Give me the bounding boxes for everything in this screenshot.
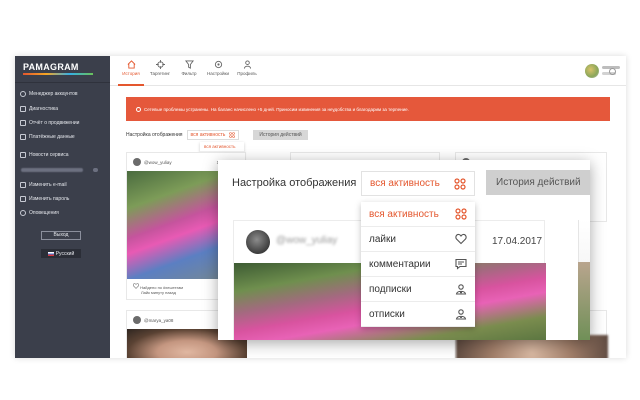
- russian-flag-icon: [47, 251, 54, 256]
- home-icon: [127, 60, 135, 69]
- user-plus-icon: [455, 284, 467, 295]
- tab-label: Фильтр: [181, 71, 197, 76]
- sidebar-item-diagnostics[interactable]: Диагностика: [20, 104, 58, 114]
- sidebar-item-label: Изменить e-mail: [29, 182, 67, 188]
- profile-icon: [243, 60, 251, 69]
- account-menu-icon[interactable]: [609, 68, 616, 75]
- activity-select[interactable]: вся активность: [186, 130, 240, 140]
- lock-icon: [20, 196, 26, 202]
- sidebar-item-label: Менеджер аккаунтов: [29, 91, 78, 97]
- avatar: [133, 316, 141, 324]
- option-label: вся активность: [369, 208, 439, 220]
- sidebar-item-label: Изменить пароль: [29, 196, 70, 202]
- history-button[interactable]: История действий: [253, 130, 308, 140]
- dropdown-option-follows[interactable]: подписки: [361, 277, 475, 302]
- sidebar-item-label: Диагностика: [29, 106, 58, 112]
- tab-history[interactable]: История: [117, 60, 145, 76]
- zoom-activity-select-value: вся активность: [370, 178, 440, 189]
- zoom-next-card-photo: [578, 262, 590, 340]
- target-icon: [155, 60, 165, 69]
- sidebar-item-change-password[interactable]: Изменить пароль: [20, 194, 69, 204]
- card-header: @wow_yuliay: [133, 158, 172, 166]
- active-tab-indicator: [118, 84, 144, 86]
- logo-stripe: [23, 73, 93, 75]
- filter-label: Настройка отображения: [126, 132, 183, 138]
- card-header: @marya_ya08: [133, 316, 173, 324]
- tab-label: Таргетинг: [149, 71, 171, 76]
- user-email-redacted: [21, 168, 83, 172]
- dropdown-option-comments[interactable]: комментарии: [361, 252, 475, 277]
- zoom-activity-dropdown: вся активность лайки комментарии подписк…: [361, 202, 475, 327]
- email-icon: [20, 182, 26, 188]
- card-footer: Найдено по #хештегам Лайк минуту назад: [133, 283, 183, 295]
- sidebar-item-accounts[interactable]: Менеджер аккаунтов: [20, 89, 78, 99]
- user-email-extra: [93, 168, 98, 172]
- bell-icon: [20, 210, 26, 216]
- heart-icon[interactable]: [133, 283, 139, 289]
- sidebar-divider: [15, 82, 110, 83]
- zoom-filter-label: Настройка отображения: [232, 177, 357, 189]
- alert-text: Сетевые проблемы устранены. На баланс на…: [144, 106, 409, 112]
- avatar: [246, 230, 270, 254]
- user-minus-icon: [455, 309, 467, 320]
- card-username: @wow_yuliay: [144, 159, 172, 165]
- card-icon: [20, 134, 26, 140]
- language-select[interactable]: Русский: [41, 249, 81, 258]
- dropdown-option-all[interactable]: вся активность: [200, 142, 244, 152]
- zoom-history-button[interactable]: История действий: [486, 170, 590, 195]
- report-icon: [20, 120, 26, 126]
- filter-icon: [184, 60, 194, 69]
- display-settings-row: Настройка отображения вся активность Ист…: [126, 130, 308, 140]
- tab-label: Настройки: [206, 71, 230, 76]
- zoom-activity-select[interactable]: вся активность: [361, 171, 475, 196]
- language-label: Русский: [55, 250, 75, 257]
- sidebar: PAMAGRAM Менеджер аккаунтов Диагностика …: [15, 56, 110, 358]
- top-navigation: История Таргетинг Фильтр Настройки Профи…: [110, 56, 626, 86]
- tab-filter[interactable]: Фильтр: [175, 60, 203, 76]
- avatar: [133, 158, 141, 166]
- tab-profile[interactable]: Профиль: [233, 60, 261, 76]
- option-label: лайки: [369, 233, 396, 245]
- dropdown-option-all[interactable]: вся активность: [361, 202, 475, 227]
- option-label: комментарии: [369, 258, 431, 270]
- tab-label: Профиль: [237, 71, 257, 76]
- zoom-card-date: 17.04.2017: [492, 236, 543, 247]
- sidebar-item-payments[interactable]: Платёжные данные: [20, 132, 75, 142]
- sidebar-item-report[interactable]: Отчёт о продвижении: [20, 118, 79, 128]
- tab-label: История: [122, 71, 140, 76]
- tab-settings[interactable]: Настройки: [204, 60, 232, 76]
- card-action: Лайк минуту назад: [141, 290, 176, 295]
- sidebar-item-label: Платёжные данные: [29, 134, 75, 140]
- sidebar-item-label: Новости сервиса: [29, 152, 69, 158]
- activity-select-value: вся активность: [190, 132, 226, 138]
- comment-icon: [455, 258, 467, 270]
- sidebar-item-label: Отчёт о продвижении: [29, 120, 80, 126]
- sidebar-item-label: Оповещения: [29, 210, 59, 216]
- dropdown-option-unfollows[interactable]: отписки: [361, 302, 475, 327]
- zoomed-display-settings: Настройка отображения вся активность Ист…: [218, 160, 590, 340]
- logout-button[interactable]: Выход: [41, 231, 81, 240]
- dropdown-option-likes[interactable]: лайки: [361, 227, 475, 252]
- zoom-card-username: @wow_yuliay: [276, 235, 338, 246]
- option-label: отписки: [369, 308, 405, 320]
- sidebar-item-notifications[interactable]: Оповещения: [20, 208, 59, 218]
- users-icon: [20, 91, 26, 97]
- sidebar-item-news[interactable]: Новости сервиса: [20, 150, 69, 160]
- sidebar-item-change-email[interactable]: Изменить e-mail: [20, 180, 67, 190]
- alert-banner: Сетевые проблемы устранены. На баланс на…: [126, 97, 610, 121]
- grid-icon: [454, 177, 466, 190]
- app-logo: PAMAGRAM: [23, 62, 79, 72]
- option-label: подписки: [369, 283, 412, 295]
- gear-icon: [214, 60, 222, 69]
- news-icon: [20, 152, 26, 158]
- heart-icon: [455, 233, 467, 245]
- grid-icon: [455, 208, 467, 220]
- info-icon: [136, 106, 141, 112]
- diagnostics-icon: [20, 106, 26, 112]
- card-username: @marya_ya08: [144, 317, 174, 323]
- tab-targeting[interactable]: Таргетинг: [146, 60, 174, 76]
- user-avatar[interactable]: [585, 64, 599, 78]
- grid-icon: [229, 132, 236, 138]
